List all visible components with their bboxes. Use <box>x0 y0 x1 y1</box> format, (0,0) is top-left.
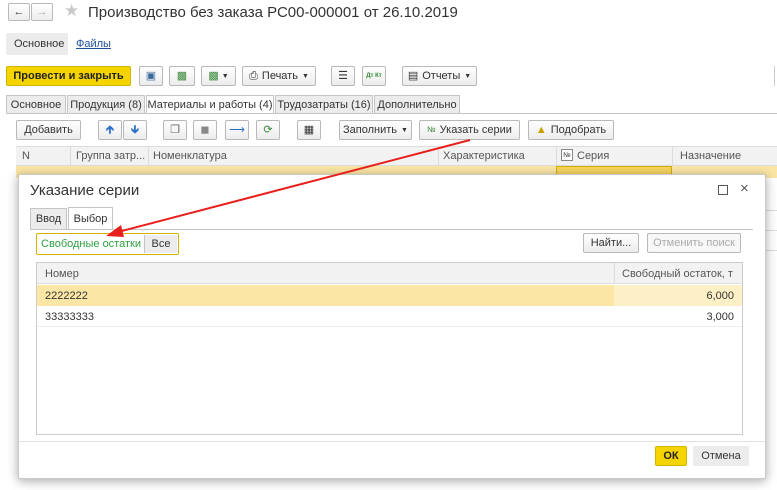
annotation-arrow <box>106 139 471 237</box>
annotation-arrow-line <box>117 139 471 233</box>
annotation-arrow-head <box>106 225 124 237</box>
